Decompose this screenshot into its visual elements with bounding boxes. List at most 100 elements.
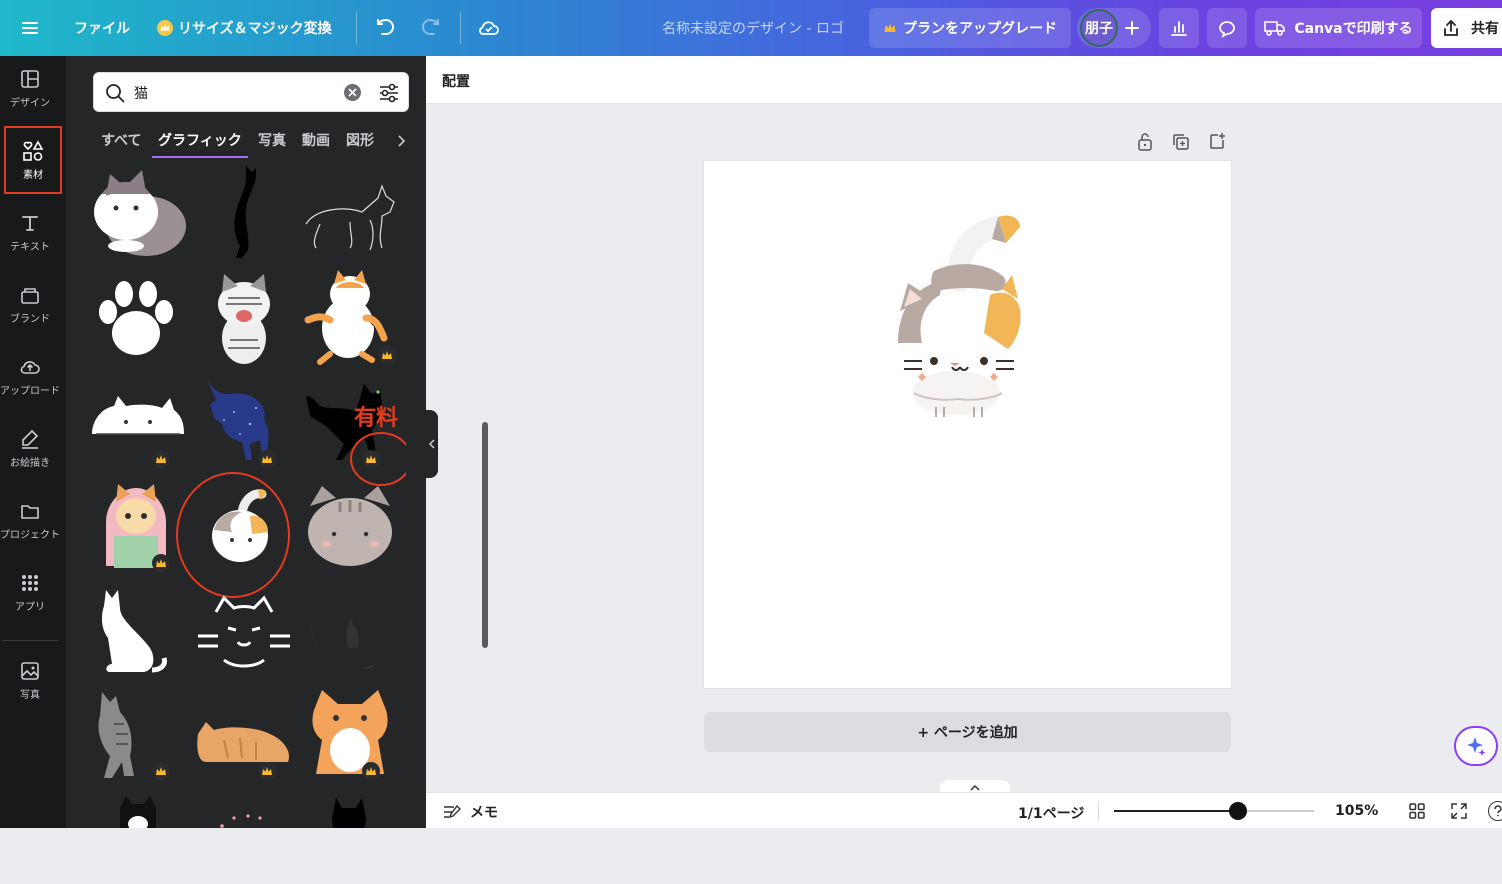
save-status-button[interactable] [477,0,501,56]
tab-shapes[interactable]: 図形 [346,130,374,150]
rail-item-text[interactable]: テキスト [0,200,60,264]
collapse-panel-button[interactable] [426,410,438,478]
crown-icon [884,23,896,32]
search-box: 猫 [93,72,409,112]
panel-scrollbar[interactable] [478,216,492,884]
draw-icon [22,429,39,449]
rail-item-draw[interactable]: お絵描き [0,416,60,480]
premium-badge [362,762,380,780]
rail-item-design[interactable]: デザイン [0,56,60,120]
chevron-right-icon[interactable] [396,134,406,148]
grid-item[interactable] [194,788,294,828]
comments-button[interactable] [1207,8,1247,48]
avatar-text: 朋子 [1085,21,1113,37]
filter-button[interactable] [378,82,400,108]
grid-item[interactable] [86,268,186,368]
duplicate-page-button[interactable] [1172,133,1190,155]
grid-item[interactable]: 有料 [300,372,406,486]
design-page[interactable] [704,161,1231,688]
grid-item[interactable] [300,268,400,368]
insights-button[interactable] [1159,8,1199,48]
rail-item-upload[interactable]: アップロード [0,344,60,408]
comment-icon [1219,21,1235,38]
rail-item-brand[interactable]: ブランド [0,272,60,336]
rail-item-elements[interactable]: 素材 [4,126,62,194]
scroll-thumb[interactable] [482,422,488,648]
crown-icon [156,455,166,463]
premium-badge [378,346,396,364]
grid-item[interactable] [86,580,186,680]
magic-assistant-button[interactable] [1454,726,1498,766]
page-indicator[interactable]: 1/1ページ [1018,803,1084,823]
sleeping-orange-cat-graphic [197,722,290,762]
grid-item[interactable] [194,372,294,472]
add-page-button[interactable]: + ページを追加 [704,712,1231,752]
add-page-icon-button[interactable] [1208,132,1226,154]
grid-item[interactable] [194,684,294,784]
tab-photos[interactable]: 写真 [258,130,286,150]
chevron-up-icon [970,784,980,791]
lock-page-button[interactable] [1136,132,1154,156]
grid-item[interactable] [300,476,400,576]
bar-chart-icon [1171,21,1187,36]
rail-item-photos[interactable]: 写真 [0,648,60,712]
file-menu[interactable]: ファイル [74,0,130,56]
clear-search-button[interactable] [344,84,361,101]
grid-item[interactable] [194,164,294,264]
tab-graphics[interactable]: グラフィック [158,130,242,150]
tab-all[interactable]: すべて [101,130,141,150]
side-rail: デザイン 素材 テキスト ブランド アップロード お絵描き プロジェクト アプリ… [0,56,66,828]
tab-videos[interactable]: 動画 [302,130,330,150]
print-button[interactable]: Canvaで印刷する [1255,8,1422,48]
share-button[interactable]: 共有 [1431,8,1502,48]
help-button[interactable] [1488,801,1502,821]
upgrade-button[interactable]: プランをアップグレード [869,8,1071,48]
search-icon [106,84,125,103]
add-collaborator-button[interactable] [1122,0,1142,56]
search-input[interactable]: 猫 [134,83,148,103]
grid-view-button[interactable] [1408,802,1426,824]
zoom-slider-thumb[interactable] [1229,802,1247,820]
grid-item[interactable] [300,580,400,680]
resize-button[interactable]: リサイズ＆マジック変換 [156,0,332,56]
premium-badge [152,450,170,468]
rail-label: アップロード [0,385,60,397]
line-art-cat-graphic [305,184,395,251]
zoom-slider[interactable] [1114,802,1314,820]
tuxedo-cat-graphic [120,796,156,828]
grid-item[interactable] [86,684,186,784]
menu-button[interactable] [18,0,42,56]
cloud-check-icon [479,21,499,35]
paw-print-graphic [99,281,173,355]
grid-item[interactable] [194,268,294,368]
rail-item-apps[interactable]: アプリ [0,560,60,624]
undo-icon [377,18,394,35]
design-title[interactable]: 名称未設定のデザイン - ロゴ [662,0,844,56]
hoodie-cat-graphic [106,484,166,568]
redo-button[interactable] [419,0,443,56]
grid-item[interactable] [86,164,186,264]
grid-item[interactable] [86,372,186,472]
calico-cat-element[interactable] [890,211,1050,431]
grid-item[interactable] [86,476,186,576]
notes-button[interactable]: メモ [442,802,498,822]
grid-item[interactable] [194,580,294,680]
grid-item[interactable] [300,164,400,264]
grid-item[interactable] [176,472,294,598]
avatar[interactable]: 朋子 [1080,9,1118,47]
folder-icon [21,504,39,519]
grid-item[interactable] [300,788,400,828]
fullscreen-button[interactable] [1450,802,1468,824]
sparkle-icon [1467,737,1486,756]
fluffy-cat-graphic [94,170,186,256]
zoom-level[interactable]: 105% [1335,803,1378,819]
black-cat-head-graphic [332,798,366,828]
rail-item-projects[interactable]: プロジェクト [0,488,60,552]
elements-panel: 猫 すべて グラフィック 写真 動画 図形 有料 [66,56,488,828]
grid-item[interactable] [300,684,400,784]
add-page-label: + ページを追加 [917,725,1018,741]
undo-button[interactable] [373,0,397,56]
position-button[interactable]: 配置 [442,71,470,91]
grid-item[interactable] [86,788,186,828]
truck-icon [1264,21,1286,36]
